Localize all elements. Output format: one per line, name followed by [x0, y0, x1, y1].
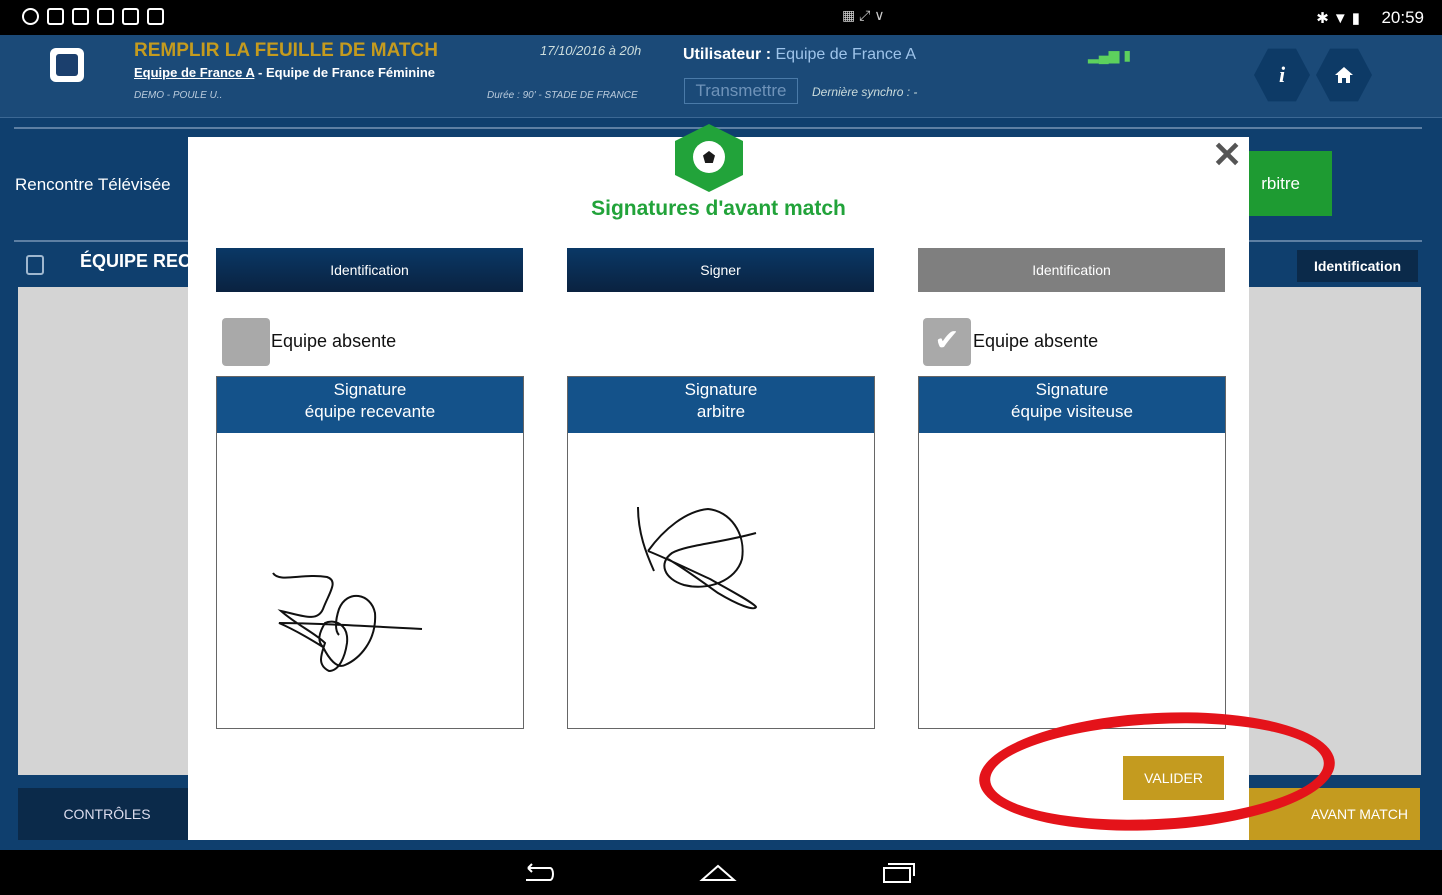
battery-icon: ▮: [1351, 10, 1364, 27]
away-signature-header: Signature équipe visiteuse: [919, 377, 1225, 433]
notification-icons: [22, 8, 164, 25]
home-signature-pad[interactable]: Signature équipe recevante: [216, 376, 524, 729]
modal-title: Signatures d'avant match: [591, 197, 846, 220]
messenger-icon: [47, 8, 64, 25]
identification-button-right[interactable]: Identification: [1297, 250, 1418, 282]
controles-button[interactable]: CONTRÔLES: [18, 788, 196, 840]
status-bar: ▦ ⤢ ∨ ✱▼▮ 20:59: [0, 0, 1442, 35]
home-team-link[interactable]: Equipe de France A: [134, 65, 254, 80]
user-info: Utilisateur : Equipe de France A: [683, 46, 916, 64]
user-value: Equipe de France A: [775, 46, 917, 63]
back-icon[interactable]: [520, 860, 556, 891]
signal-icon: ▂▄▆ ▮: [1088, 47, 1132, 63]
match-duration: Durée : 90' - STADE DE FRANCE: [487, 90, 638, 101]
arbitre-button[interactable]: rbitre: [1240, 151, 1332, 216]
gmail-icon: [72, 8, 89, 25]
fff-logo: [50, 48, 84, 82]
play-store-icon: [97, 8, 114, 25]
clock: 20:59: [1381, 8, 1424, 27]
close-icon[interactable]: ✕: [1212, 137, 1242, 173]
page-title: REMPLIR LA FEUILLE DE MATCH: [134, 40, 438, 61]
home-absent-checkbox[interactable]: [222, 318, 270, 366]
referee-signature-header: Signature arbitre: [568, 377, 874, 433]
home-signature-header: Signature équipe recevante: [217, 377, 523, 433]
eye-icon: [22, 8, 39, 25]
recents-icon[interactable]: [880, 860, 916, 891]
team-logo-icon: [26, 255, 44, 275]
away-team: Equipe de France Féminine: [265, 65, 436, 80]
match-date: 17/10/2016 à 20h: [540, 43, 642, 58]
home-absent-label: Equipe absente: [271, 331, 397, 351]
away-absent-label: Equipe absente: [973, 331, 1099, 351]
away-signature-pad[interactable]: Signature équipe visiteuse: [918, 376, 1226, 729]
info-icon: i: [1278, 62, 1286, 87]
equipe-recevante-heading: ÉQUIPE REC: [80, 251, 192, 271]
shopping-bag-icon: [122, 8, 139, 25]
signature-subtitle: équipe visiteuse: [1011, 402, 1133, 421]
away-absent-checkbox[interactable]: ✔: [923, 318, 971, 366]
signature-title: Signature: [333, 380, 407, 399]
home-signature-drawing: [272, 572, 423, 673]
referee-signature-drawing: [637, 506, 758, 610]
match-teams: Equipe de France A - Equipe de France Fé…: [134, 65, 435, 80]
sign-button[interactable]: Signer: [567, 248, 874, 292]
transmit-button[interactable]: Transmettre: [684, 78, 798, 104]
signature-subtitle: arbitre: [696, 402, 746, 421]
sync-status: Dernière synchro : -: [812, 85, 918, 99]
shopping-bag-icon: [147, 8, 164, 25]
signature-title: Signature: [1035, 380, 1109, 399]
referee-signature-pad[interactable]: Signature arbitre: [567, 376, 875, 729]
competition-label: DEMO - POULE U..: [134, 90, 223, 101]
wifi-icon: ▼: [1332, 10, 1352, 27]
home-nav-icon[interactable]: [698, 860, 738, 891]
screen-expand-icon: ▦ ⤢ ∨: [842, 7, 885, 23]
teams-separator: -: [254, 65, 266, 80]
away-identification-button[interactable]: Identification: [918, 248, 1225, 292]
home-icon: [1335, 67, 1353, 83]
rencontre-televisee-label: Rencontre Télévisée: [15, 175, 171, 194]
home-button[interactable]: [1316, 48, 1372, 102]
system-icons: ✱▼▮: [1316, 9, 1364, 27]
bluetooth-icon: ✱: [1316, 10, 1333, 27]
app-header: REMPLIR LA FEUILLE DE MATCH Equipe de Fr…: [0, 35, 1442, 118]
info-button[interactable]: i: [1254, 48, 1310, 102]
signature-title: Signature: [684, 380, 758, 399]
football-icon: [693, 141, 725, 173]
home-identification-button[interactable]: Identification: [216, 248, 523, 292]
checkmark-icon: ✔: [934, 324, 960, 357]
user-label: Utilisateur :: [683, 46, 772, 63]
signature-subtitle: équipe recevante: [304, 402, 436, 421]
